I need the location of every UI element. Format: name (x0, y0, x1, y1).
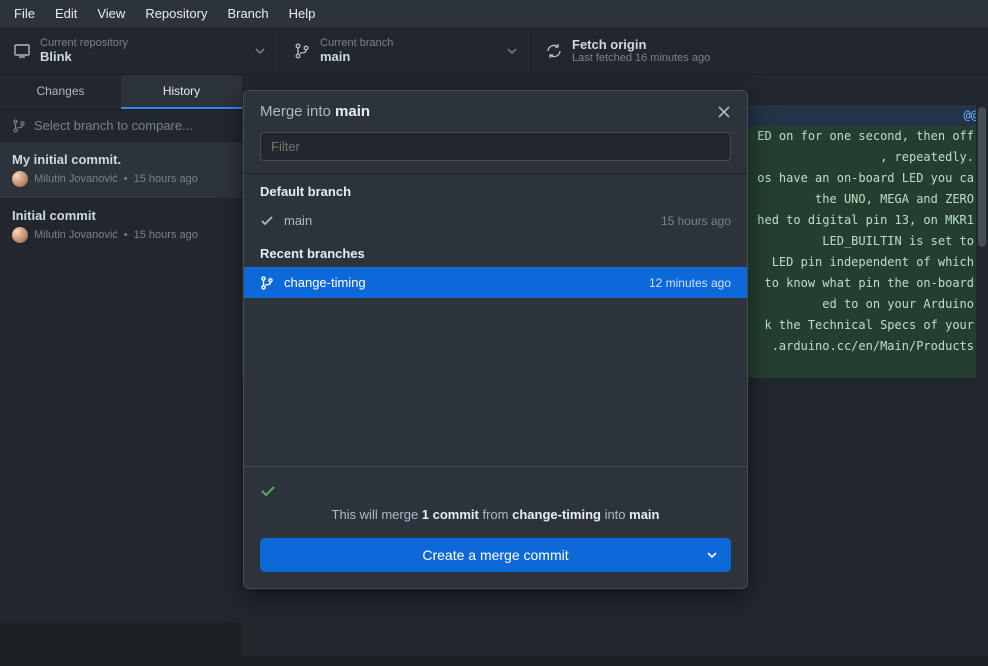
modal-title: Merge into main (260, 103, 370, 120)
menu-help[interactable]: Help (289, 6, 316, 21)
repo-selector[interactable]: Current repository Blink (0, 27, 280, 74)
branch-icon (12, 119, 26, 133)
sidebar: Changes History Select branch to compare… (0, 75, 242, 622)
default-branch-label: Default branch (244, 174, 747, 205)
menu-edit[interactable]: Edit (55, 6, 77, 21)
branch-value: main (320, 49, 393, 64)
chevron-down-icon (255, 46, 265, 56)
branch-icon (294, 43, 310, 59)
menu-repository[interactable]: Repository (145, 6, 207, 21)
commit-item[interactable]: Initial commit Milutin Jovanović • 15 ho… (0, 198, 242, 254)
commit-item[interactable]: My initial commit. Milutin Jovanović • 1… (0, 142, 242, 198)
commit-author: Milutin Jovanović (34, 229, 118, 241)
monitor-icon (14, 43, 30, 59)
branch-row-main[interactable]: main 15 hours ago (244, 205, 747, 236)
compare-placeholder: Select branch to compare... (34, 118, 193, 133)
close-icon[interactable] (717, 105, 731, 119)
check-ok-icon (260, 483, 731, 499)
merge-modal: Merge into main Default branch main 15 h… (243, 90, 748, 589)
filter-input[interactable] (260, 132, 731, 161)
branch-time: 12 minutes ago (649, 276, 731, 290)
branch-time: 15 hours ago (661, 214, 731, 228)
menu-file[interactable]: File (14, 6, 35, 21)
avatar (12, 227, 28, 243)
repo-label: Current repository (40, 37, 128, 49)
fetch-status: Last fetched 16 minutes ago (572, 52, 710, 64)
branch-icon (260, 276, 274, 290)
sidebar-tabs: Changes History (0, 75, 242, 109)
compare-branch-selector[interactable]: Select branch to compare... (0, 109, 242, 142)
chevron-down-icon (507, 46, 517, 56)
avatar (12, 171, 28, 187)
tab-changes[interactable]: Changes (0, 75, 121, 109)
tab-history[interactable]: History (121, 75, 242, 109)
toolbar: Current repository Blink Current branch … (0, 27, 988, 75)
create-merge-commit-button[interactable]: Create a merge commit (260, 538, 731, 572)
menubar: File Edit View Repository Branch Help (0, 0, 988, 27)
commit-author: Milutin Jovanović (34, 173, 118, 185)
menu-branch[interactable]: Branch (227, 6, 268, 21)
commit-time: 15 hours ago (134, 229, 198, 241)
refresh-icon (546, 43, 562, 59)
repo-value: Blink (40, 49, 128, 64)
chevron-down-icon (707, 550, 717, 560)
scrollbar[interactable] (976, 105, 988, 656)
check-icon (260, 214, 274, 228)
menu-view[interactable]: View (97, 6, 125, 21)
branch-name: main (284, 213, 312, 228)
branch-selector[interactable]: Current branch main (280, 27, 532, 74)
branch-label: Current branch (320, 37, 393, 49)
fetch-button[interactable]: Fetch origin Last fetched 16 minutes ago (532, 27, 724, 74)
fetch-label: Fetch origin (572, 37, 710, 52)
merge-preview-text: This will merge 1 commit from change-tim… (260, 507, 731, 522)
commit-title: My initial commit. (12, 152, 230, 167)
recent-branches-label: Recent branches (244, 236, 747, 267)
commit-time: 15 hours ago (134, 173, 198, 185)
branch-name: change-timing (284, 275, 366, 290)
branch-row-change-timing[interactable]: change-timing 12 minutes ago (244, 267, 747, 298)
commit-title: Initial commit (12, 208, 230, 223)
